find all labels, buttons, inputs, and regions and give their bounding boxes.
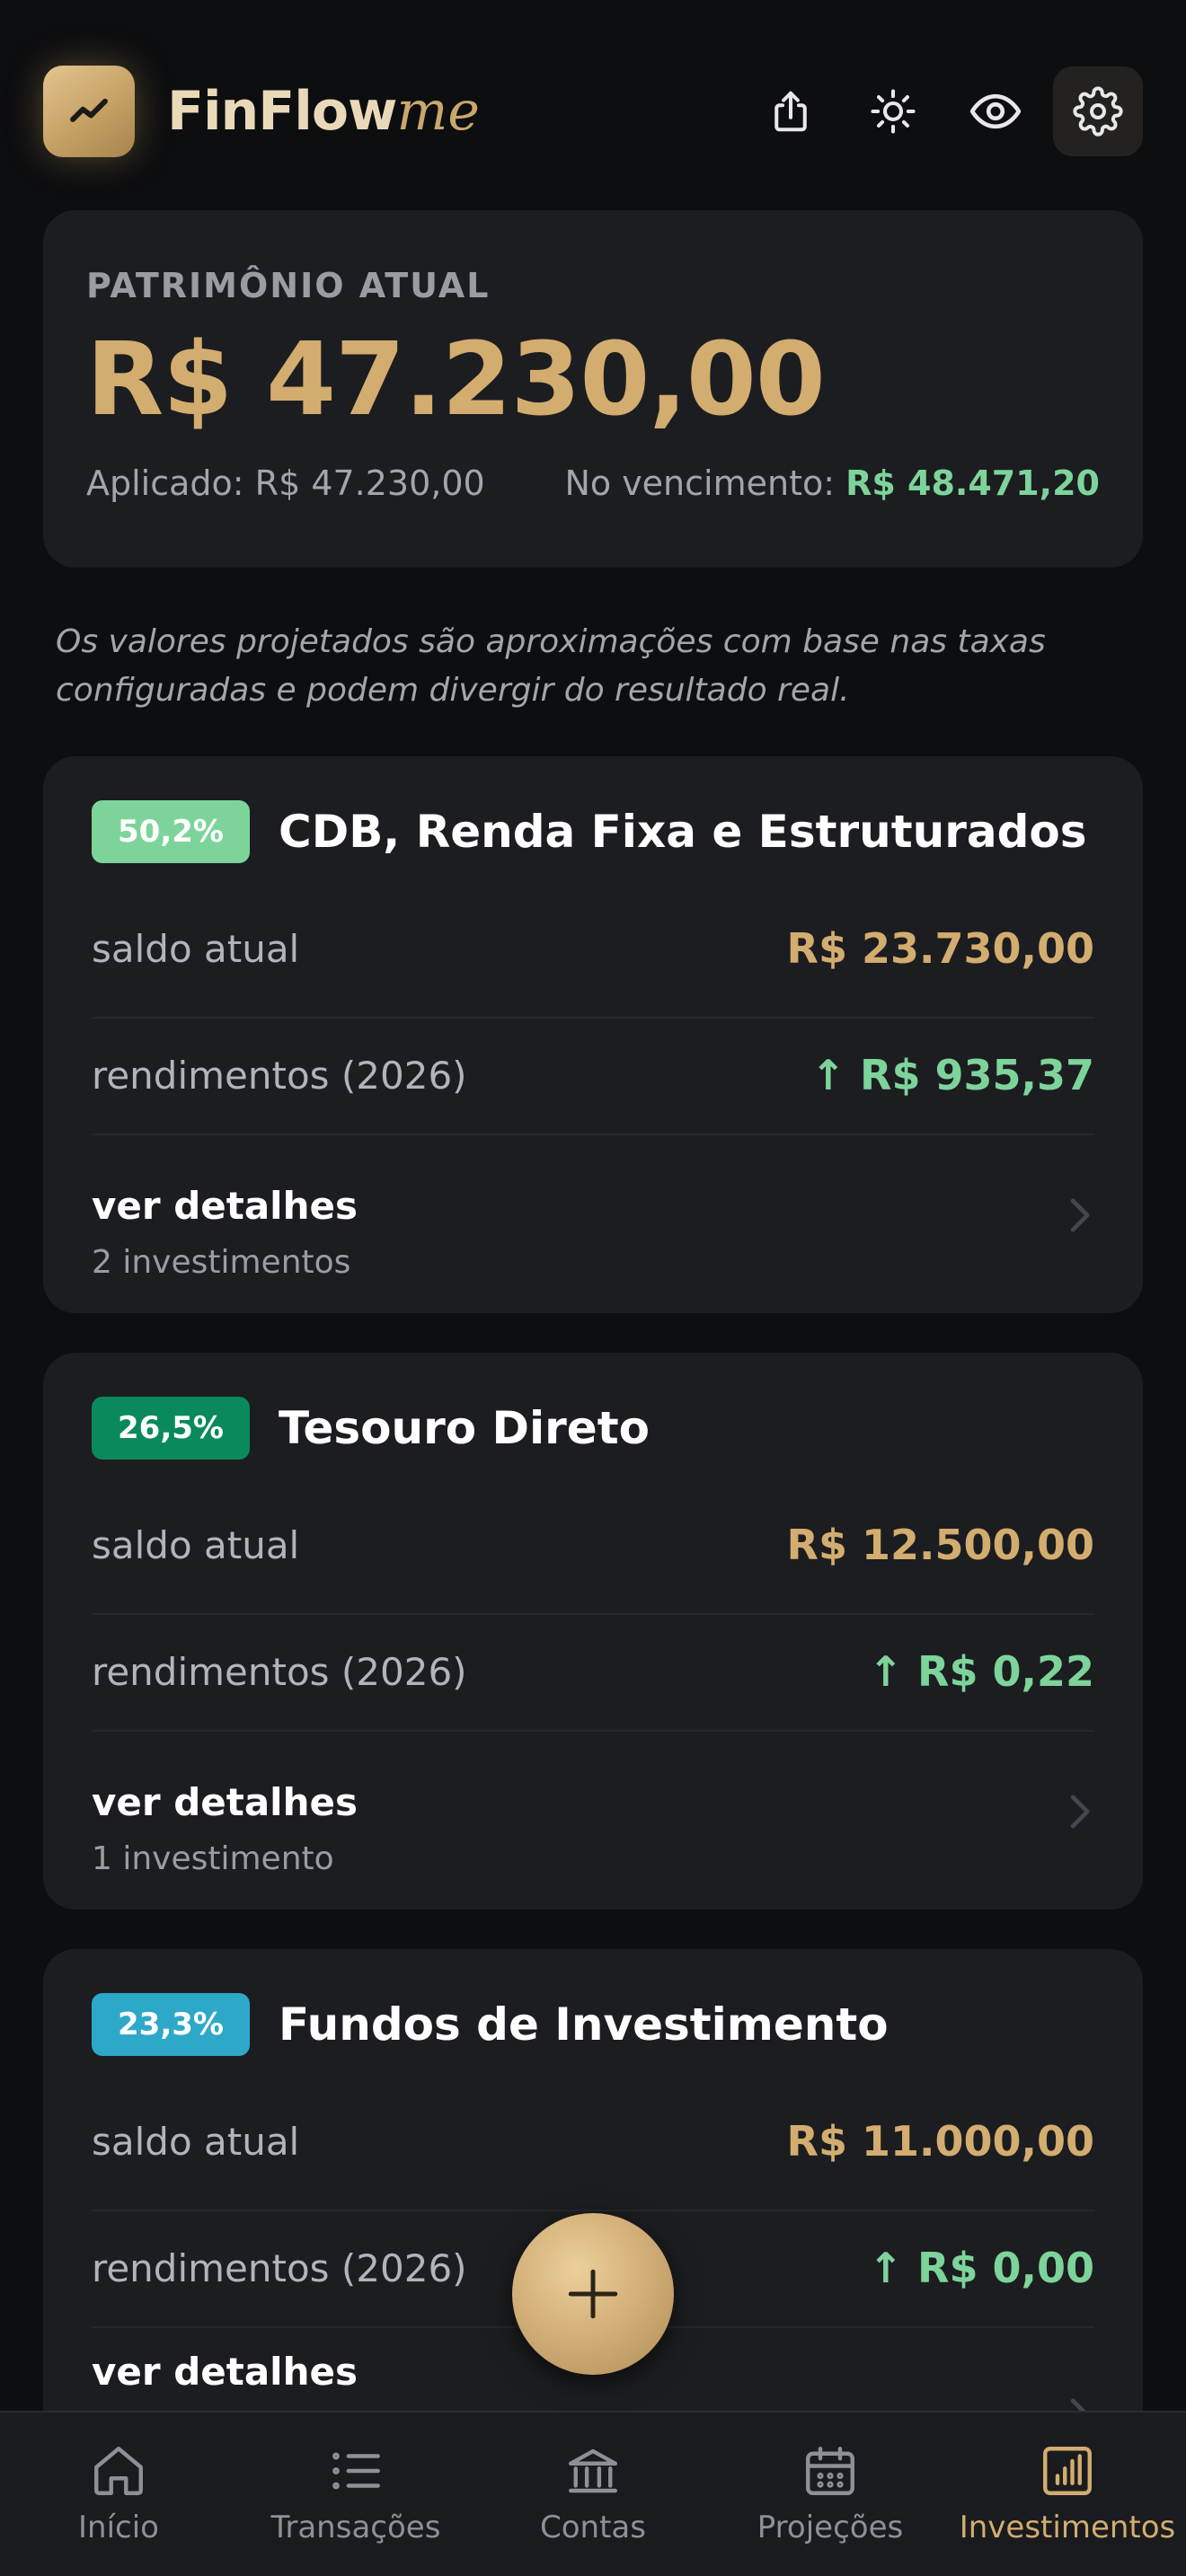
chart-bar-icon [1043,2447,1092,2495]
home-icon [94,2447,143,2495]
percent-badge: 23,3% [92,1993,250,2056]
gear-icon [1073,86,1123,137]
details-button[interactable]: ver detalhes 2 investimentos [92,1134,1094,1295]
disclaimer-text: Os valores projetados são aproximações c… [56,623,1046,709]
yield-value: ↑ R$ 935,37 [810,1051,1094,1099]
chevron-right-icon [1070,1795,1090,1829]
balance-value: R$ 11.000,00 [786,2117,1094,2166]
tab-label: Contas [540,2510,646,2545]
category-card: 26,5% Tesouro Direto saldo atual R$ 12.5… [43,1353,1143,1910]
add-button[interactable] [512,2213,674,2375]
maturity-value: R$ 48.471,20 [845,463,1100,503]
tab-projecoes[interactable]: Projeções [712,2413,949,2576]
brand-main: FinFlow [167,80,397,143]
details-button[interactable]: ver detalhes 1 investimento [92,1730,1094,1892]
tab-investimentos[interactable]: Investimentos [949,2413,1186,2576]
tab-contas[interactable]: Contas [474,2413,712,2576]
balance-value: R$ 12.500,00 [786,1521,1094,1569]
settings-button[interactable] [1053,66,1143,156]
bank-icon [569,2448,617,2493]
balance-label: saldo atual [92,926,300,971]
maturity-amount: No vencimento: R$ 48.471,20 [564,463,1100,503]
share-icon [774,91,807,132]
plus-icon [568,2269,618,2319]
tab-transacoes[interactable]: Transações [237,2413,474,2576]
yield-label: rendimentos (2026) [92,2245,467,2290]
tab-label: Projeções [757,2510,904,2545]
net-worth-value: R$ 47.230,00 [86,322,826,438]
tab-label: Início [78,2510,159,2545]
share-button[interactable] [746,66,836,156]
net-worth-card: PATRIMÔNIO ATUAL R$ 47.230,00 Aplicado: … [43,210,1143,568]
details-label: ver detalhes [92,1780,358,1824]
app-header: FinFlow me [43,65,1143,158]
net-worth-label: PATRIMÔNIO ATUAL [86,266,491,305]
applied-amount: Aplicado: R$ 47.230,00 [86,463,485,503]
details-label: ver detalhes [92,2350,358,2394]
category-title: Fundos de Investimento [279,1998,889,2051]
balance-label: saldo atual [92,2119,300,2164]
trend-up-icon [70,98,108,122]
category-title: CDB, Renda Fixa e Estruturados [279,806,1087,858]
percent-badge: 50,2% [92,800,250,863]
chevron-right-icon [1070,1198,1090,1232]
sun-icon [871,89,916,134]
eye-icon [969,93,1022,129]
yield-value: ↑ R$ 0,22 [868,1647,1095,1696]
yield-label: rendimentos (2026) [92,1649,467,1694]
maturity-label: No vencimento: [564,463,846,503]
investment-count: 1 investimento [92,1840,334,1877]
calendar-icon [806,2447,854,2495]
bottom-tab-bar: Início Transações Contas Projeções Inves… [0,2411,1186,2576]
percent-badge: 26,5% [92,1397,250,1460]
list-icon [332,2452,380,2490]
category-title: Tesouro Direto [279,1402,650,1454]
details-label: ver detalhes [92,1184,358,1228]
investment-count: 2 investimentos [92,1244,351,1281]
tab-label: Transações [270,2510,441,2545]
theme-toggle-button[interactable] [848,66,938,156]
category-card: 50,2% CDB, Renda Fixa e Estruturados sal… [43,756,1143,1313]
visibility-toggle-button[interactable] [951,66,1040,156]
tab-inicio[interactable]: Início [0,2413,237,2576]
yield-value: ↑ R$ 0,00 [868,2244,1095,2292]
tab-label: Investimentos [959,2510,1176,2545]
brand-sub: me [396,80,480,143]
brand-name: FinFlow me [167,80,480,143]
balance-value: R$ 23.730,00 [786,924,1094,973]
balance-label: saldo atual [92,1522,300,1567]
yield-label: rendimentos (2026) [92,1053,467,1098]
app-logo [43,66,135,157]
